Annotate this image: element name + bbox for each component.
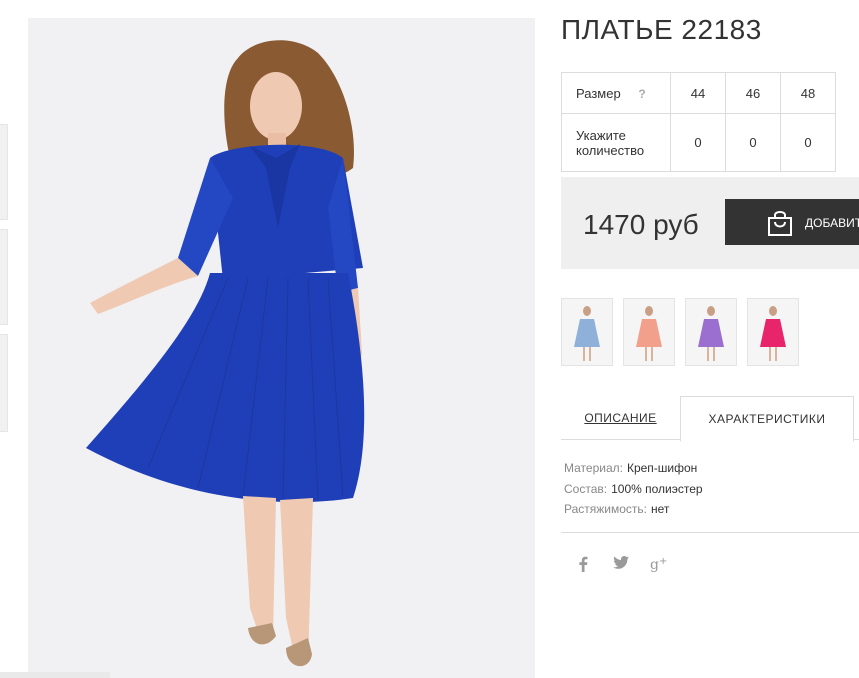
product-price: 1470 руб (583, 209, 699, 240)
svg-text:+: + (659, 556, 667, 567)
variant-dress (636, 319, 662, 347)
facebook-icon[interactable] (578, 556, 588, 576)
quantity-input[interactable]: 0 (780, 113, 836, 172)
google-plus-icon[interactable]: g + (650, 556, 668, 576)
variant-thumb[interactable] (561, 298, 613, 366)
tab-description[interactable]: ОПИСАНИЕ (561, 396, 680, 440)
size-option: 44 (670, 72, 726, 114)
variant-dress (574, 319, 600, 347)
size-table: Размер ? 44 46 48 Укажите количество 0 0… (561, 72, 836, 172)
divider (561, 532, 859, 533)
variant-thumb[interactable] (685, 298, 737, 366)
gallery-thumb[interactable] (0, 124, 8, 220)
size-label: Размер (576, 85, 621, 101)
add-to-cart-label: ДОБАВИТЬ (805, 216, 859, 230)
help-icon[interactable]: ? (638, 87, 645, 101)
size-option: 46 (725, 72, 781, 114)
quantity-input[interactable]: 0 (670, 113, 726, 172)
variant-dress (698, 319, 724, 347)
quantity-input[interactable]: 0 (725, 113, 781, 172)
variant-thumb[interactable] (623, 298, 675, 366)
shopping-bag-icon (767, 209, 793, 240)
spec-row: Состав: 100% полиэстер (564, 481, 703, 496)
gallery-thumb[interactable] (0, 229, 8, 325)
tab-characteristics[interactable]: ХАРАКТЕРИСТИКИ (680, 396, 854, 442)
variant-thumb[interactable] (747, 298, 799, 366)
svg-text:g: g (650, 557, 659, 572)
product-title: ПЛАТЬЕ 22183 (561, 14, 762, 45)
size-label-cell: Размер ? (561, 72, 671, 114)
size-option: 48 (780, 72, 836, 114)
quantity-label: Укажите количество (561, 113, 671, 172)
spec-row: Растяжимость: нет (564, 502, 670, 516)
spec-row: Материал: Креп-шифон (564, 461, 698, 475)
price-block: 1470 руб ДОБАВИТЬ (561, 177, 859, 269)
twitter-icon[interactable] (613, 556, 629, 574)
product-main-image[interactable] (28, 18, 535, 678)
characteristics-list: Материал: Креп-шифон Состав: 100% полиэсте… (564, 458, 703, 520)
variant-dress (760, 319, 786, 347)
add-to-cart-button[interactable]: ДОБАВИТЬ (725, 199, 859, 245)
divider (0, 672, 110, 678)
gallery-thumb[interactable] (0, 334, 8, 432)
